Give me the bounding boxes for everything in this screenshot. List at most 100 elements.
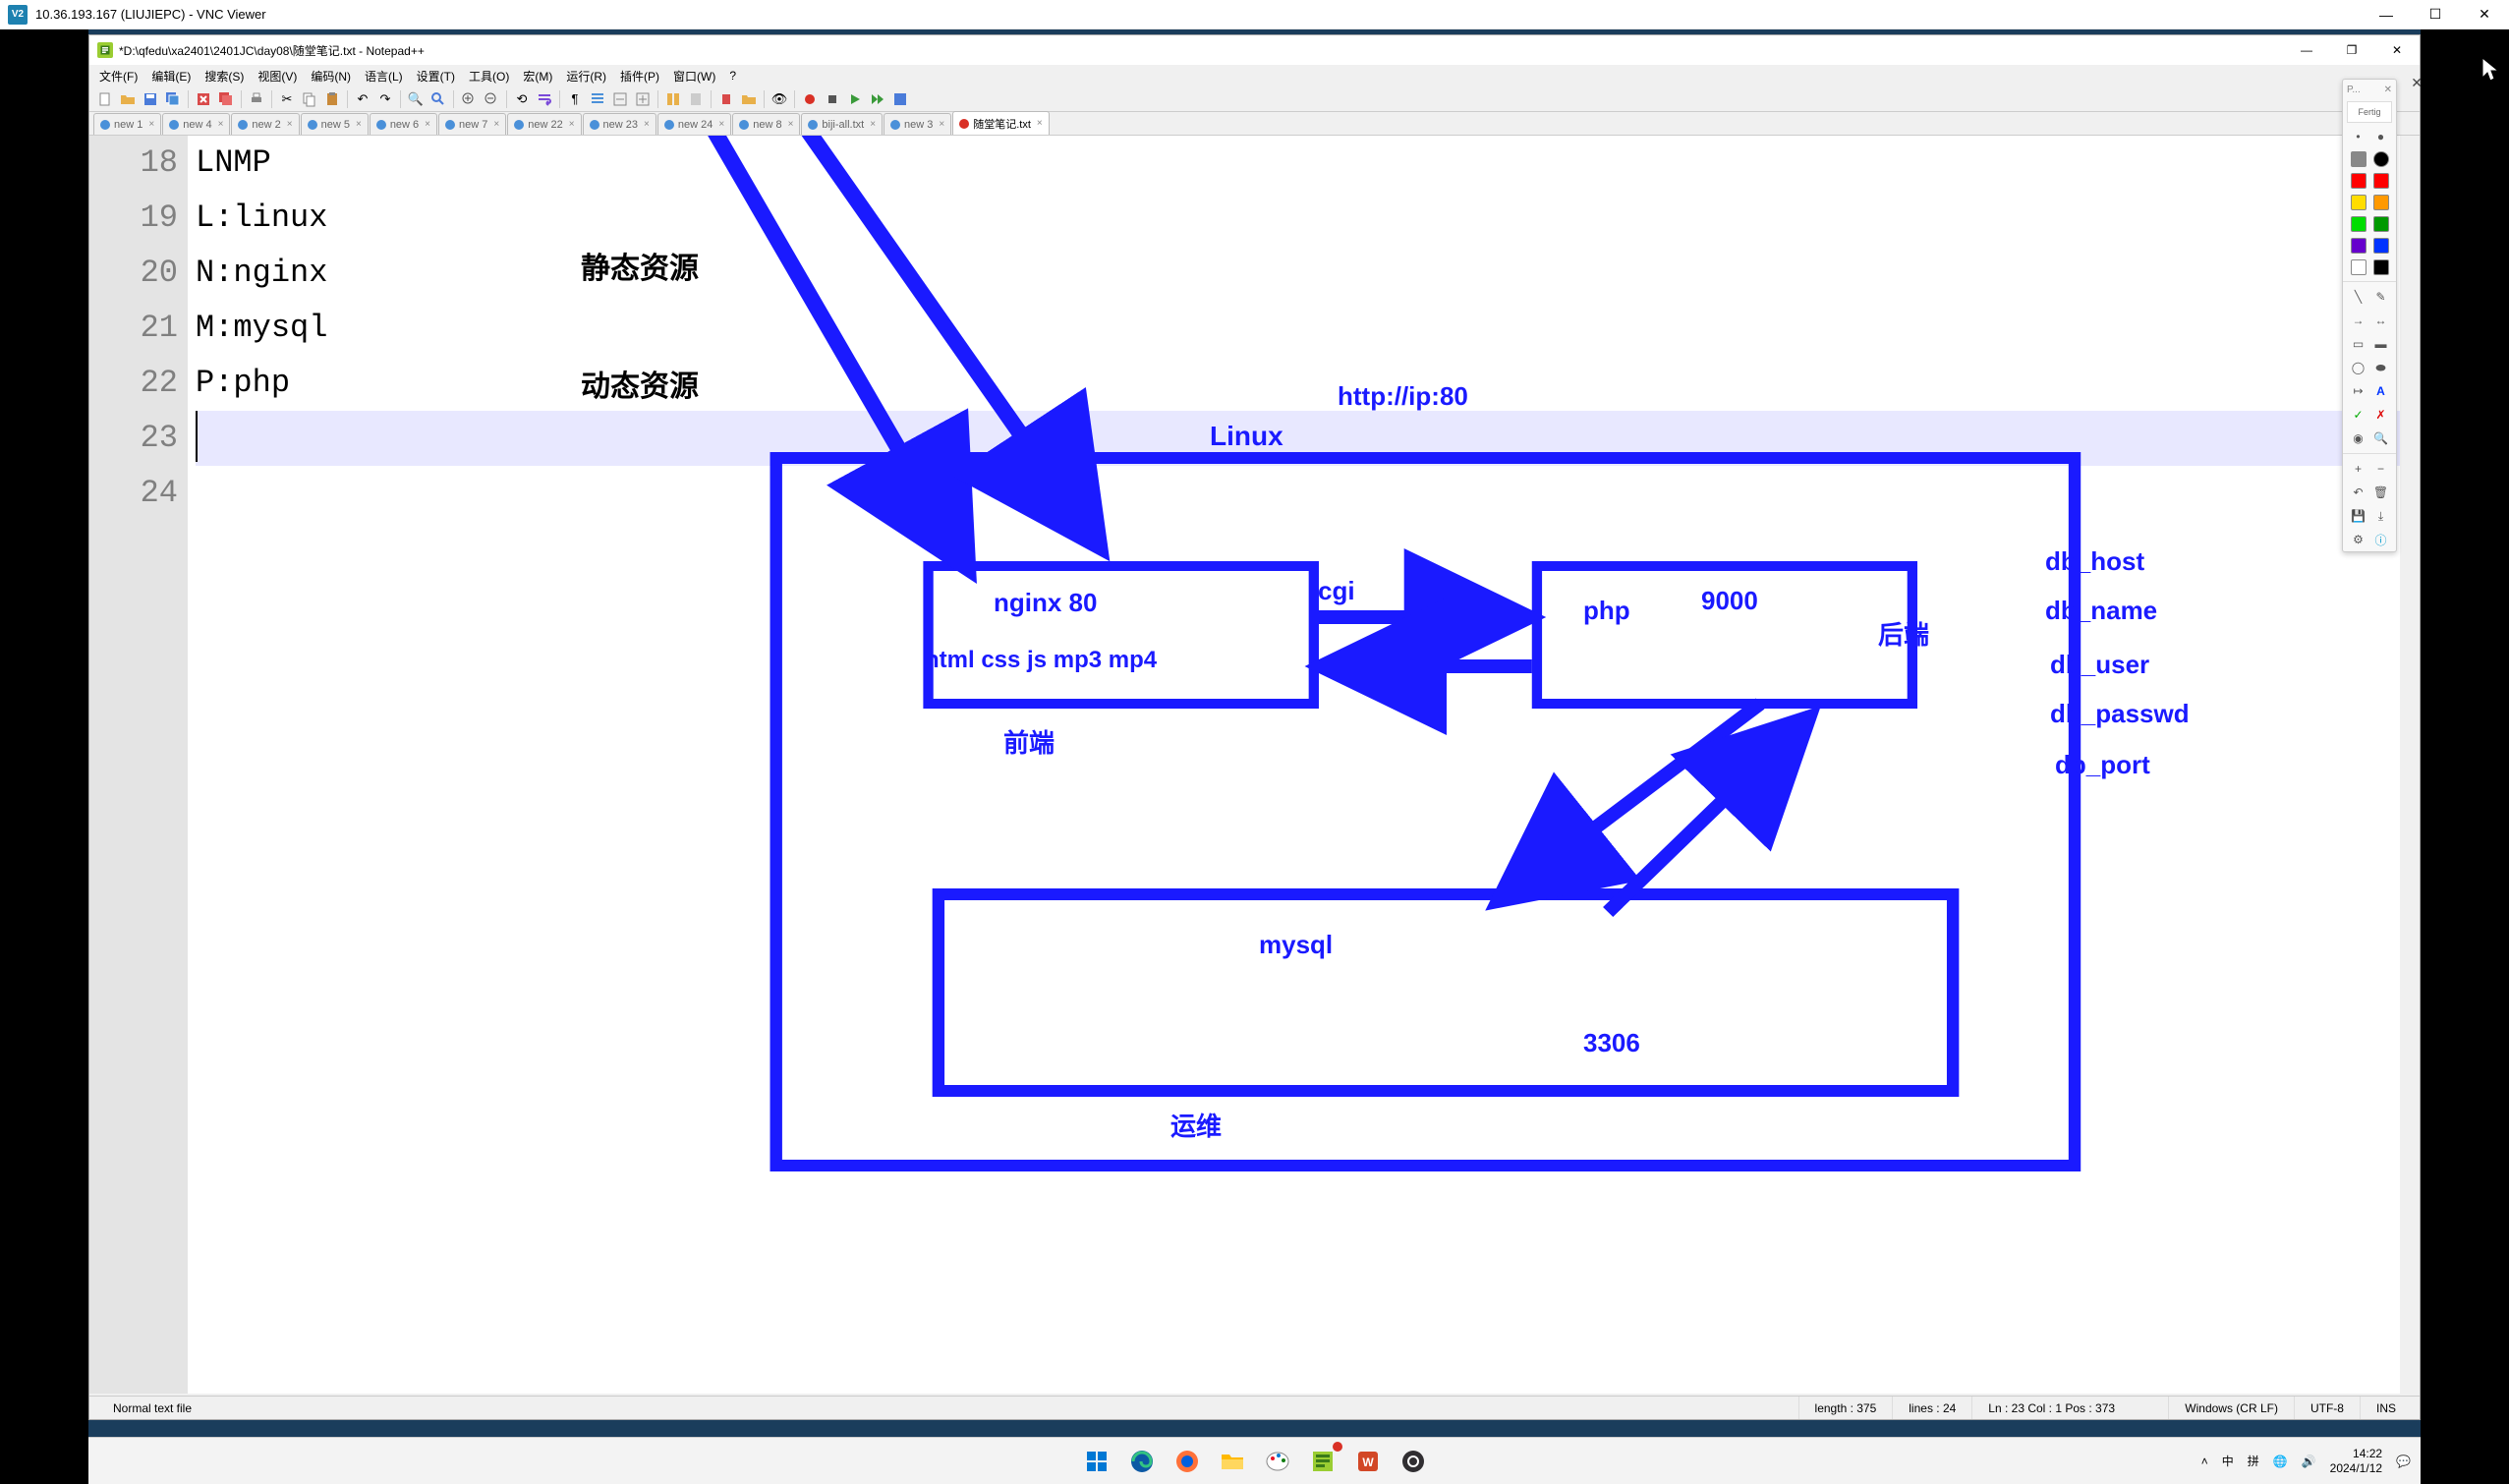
tray-notifications-icon[interactable]: 💬 — [2396, 1455, 2411, 1468]
tool-pen-icon[interactable]: ✎ — [2372, 288, 2390, 306]
npp-editor[interactable]: 18 19 20 21 22 23 24 LNMP L:linux N:ngin… — [89, 136, 2400, 1394]
swatch-green[interactable] — [2351, 216, 2366, 232]
tab-close-icon[interactable]: × — [569, 119, 575, 130]
tab-new7[interactable]: new 7× — [438, 113, 506, 135]
tray-volume-icon[interactable]: 🔊 — [2302, 1455, 2316, 1468]
tool-settings-icon[interactable]: ⚙ — [2350, 531, 2367, 548]
swatch-black[interactable] — [2373, 259, 2389, 275]
tb-unfoldall-icon[interactable] — [633, 89, 653, 109]
vnc-close-button[interactable]: ✕ — [2460, 0, 2509, 29]
npp-close-button[interactable]: ✕ — [2374, 35, 2420, 65]
task-firefox-icon[interactable] — [1169, 1444, 1205, 1479]
npp-maximize-button[interactable]: ❐ — [2329, 35, 2374, 65]
task-fileexplorer-icon[interactable] — [1215, 1444, 1250, 1479]
code-area[interactable]: LNMP L:linux N:nginx M:mysql P:php — [188, 136, 2400, 1394]
task-wps-icon[interactable]: W — [1350, 1444, 1386, 1479]
tool-save-icon[interactable]: 💾 — [2350, 507, 2367, 525]
task-notepadpp-icon[interactable] — [1305, 1444, 1340, 1479]
menu-window[interactable]: 窗口(W) — [669, 66, 719, 86]
tb-playmulti-icon[interactable] — [868, 89, 887, 109]
tab-close-icon[interactable]: × — [287, 119, 293, 130]
tool-dimarrow-icon[interactable]: ↦ — [2350, 382, 2367, 400]
tool-line-icon[interactable]: ╲ — [2350, 288, 2367, 306]
tab-close-icon[interactable]: × — [425, 119, 430, 130]
tool-check-icon[interactable]: ✓ — [2350, 406, 2367, 424]
palette-done-button[interactable]: Fertig — [2347, 101, 2392, 123]
tab-new1[interactable]: new 1× — [93, 113, 161, 135]
tb-allchars-icon[interactable]: ¶ — [565, 89, 585, 109]
vnc-minimize-button[interactable]: — — [2362, 0, 2411, 29]
tb-undo-icon[interactable]: ↶ — [353, 89, 372, 109]
tool-plus-icon[interactable]: + — [2350, 460, 2367, 478]
size-small-icon[interactable]: • — [2350, 128, 2367, 145]
tb-zoomin-icon[interactable] — [459, 89, 479, 109]
swatch-gray[interactable] — [2351, 151, 2366, 167]
tb-wordwrap-icon[interactable] — [535, 89, 554, 109]
annotation-palette[interactable]: P... ✕ Fertig • ● ╲✎ →↔ ▭▬ ◯⬬ ↦A — [2342, 79, 2397, 552]
tb-savemacro-icon[interactable] — [890, 89, 910, 109]
tray-network-icon[interactable]: 🌐 — [2273, 1455, 2288, 1468]
swatch-red2[interactable] — [2373, 173, 2389, 189]
tb-close-icon[interactable] — [194, 89, 213, 109]
tab-close-icon[interactable]: × — [939, 119, 944, 130]
start-button[interactable] — [1079, 1444, 1114, 1479]
tool-undo-icon[interactable]: ↶ — [2350, 484, 2367, 501]
size-large-icon[interactable]: ● — [2372, 128, 2390, 145]
tb-zoomout-icon[interactable] — [482, 89, 501, 109]
tab-close-icon[interactable]: × — [718, 119, 724, 130]
swatch-black-circle[interactable] — [2373, 151, 2389, 167]
tool-stamp-icon[interactable]: ◉ — [2350, 429, 2367, 447]
tb-docmap-icon[interactable] — [686, 89, 706, 109]
tab-close-icon[interactable]: × — [218, 119, 224, 130]
tool-trash-icon[interactable]: 🗑 — [2372, 484, 2390, 501]
tb-foldall-icon[interactable] — [610, 89, 630, 109]
tab-new24[interactable]: new 24× — [657, 113, 731, 135]
vnc-maximize-button[interactable]: ☐ — [2411, 0, 2460, 29]
palette-header[interactable]: P... ✕ — [2343, 80, 2396, 99]
tab-close-icon[interactable]: × — [356, 119, 362, 130]
task-obs-icon[interactable] — [1396, 1444, 1431, 1479]
tray-ime-mode[interactable]: 中 — [2222, 1453, 2234, 1469]
tool-fillellipse-icon[interactable]: ⬬ — [2372, 359, 2390, 376]
tab-bijiall[interactable]: biji-all.txt× — [801, 113, 883, 135]
tool-cross-icon[interactable]: ✗ — [2372, 406, 2390, 424]
tab-notes-active[interactable]: 随堂笔记.txt× — [952, 111, 1050, 135]
tb-paste-icon[interactable] — [322, 89, 342, 109]
swatch-white[interactable] — [2351, 259, 2366, 275]
tb-funclist-icon[interactable] — [716, 89, 736, 109]
tool-minus-icon[interactable]: − — [2372, 460, 2390, 478]
palette-close-icon[interactable]: ✕ — [2384, 85, 2392, 95]
tab-close-icon[interactable]: × — [870, 119, 876, 130]
menu-view[interactable]: 视图(V) — [254, 66, 301, 86]
menu-help[interactable]: ? — [725, 67, 740, 85]
tb-open-icon[interactable] — [118, 89, 138, 109]
tool-text-icon[interactable]: A — [2372, 382, 2390, 400]
tab-new2[interactable]: new 2× — [231, 113, 299, 135]
swatch-blue[interactable] — [2373, 238, 2389, 254]
tab-new3[interactable]: new 3× — [884, 113, 951, 135]
menu-language[interactable]: 语言(L) — [361, 66, 407, 86]
tb-saveall-icon[interactable] — [163, 89, 183, 109]
menu-search[interactable]: 搜索(S) — [200, 66, 248, 86]
tb-monitor-icon[interactable]: 👁 — [770, 89, 789, 109]
task-edge-icon[interactable] — [1124, 1444, 1160, 1479]
tab-new23[interactable]: new 23× — [583, 113, 656, 135]
menu-plugins[interactable]: 插件(P) — [616, 66, 663, 86]
tb-doclist-icon[interactable] — [663, 89, 683, 109]
tool-ellipse-icon[interactable]: ◯ — [2350, 359, 2367, 376]
tb-cut-icon[interactable]: ✂ — [277, 89, 297, 109]
tb-replace-icon[interactable] — [428, 89, 448, 109]
tab-close-icon[interactable]: × — [788, 119, 794, 130]
npp-scrollbar[interactable] — [2400, 136, 2420, 1394]
menu-macro[interactable]: 宏(M) — [519, 66, 556, 86]
tab-new5[interactable]: new 5× — [301, 113, 369, 135]
tb-folders-icon[interactable] — [739, 89, 759, 109]
tab-new22[interactable]: new 22× — [507, 113, 581, 135]
menu-edit[interactable]: 编辑(E) — [147, 66, 195, 86]
tb-record-icon[interactable] — [800, 89, 820, 109]
tb-stop-icon[interactable] — [823, 89, 842, 109]
tb-copy-icon[interactable] — [300, 89, 319, 109]
tool-export-icon[interactable]: ⤓ — [2372, 507, 2390, 525]
tb-closeall-icon[interactable] — [216, 89, 236, 109]
npp-floating-close-icon[interactable]: ✕ — [2411, 75, 2423, 91]
